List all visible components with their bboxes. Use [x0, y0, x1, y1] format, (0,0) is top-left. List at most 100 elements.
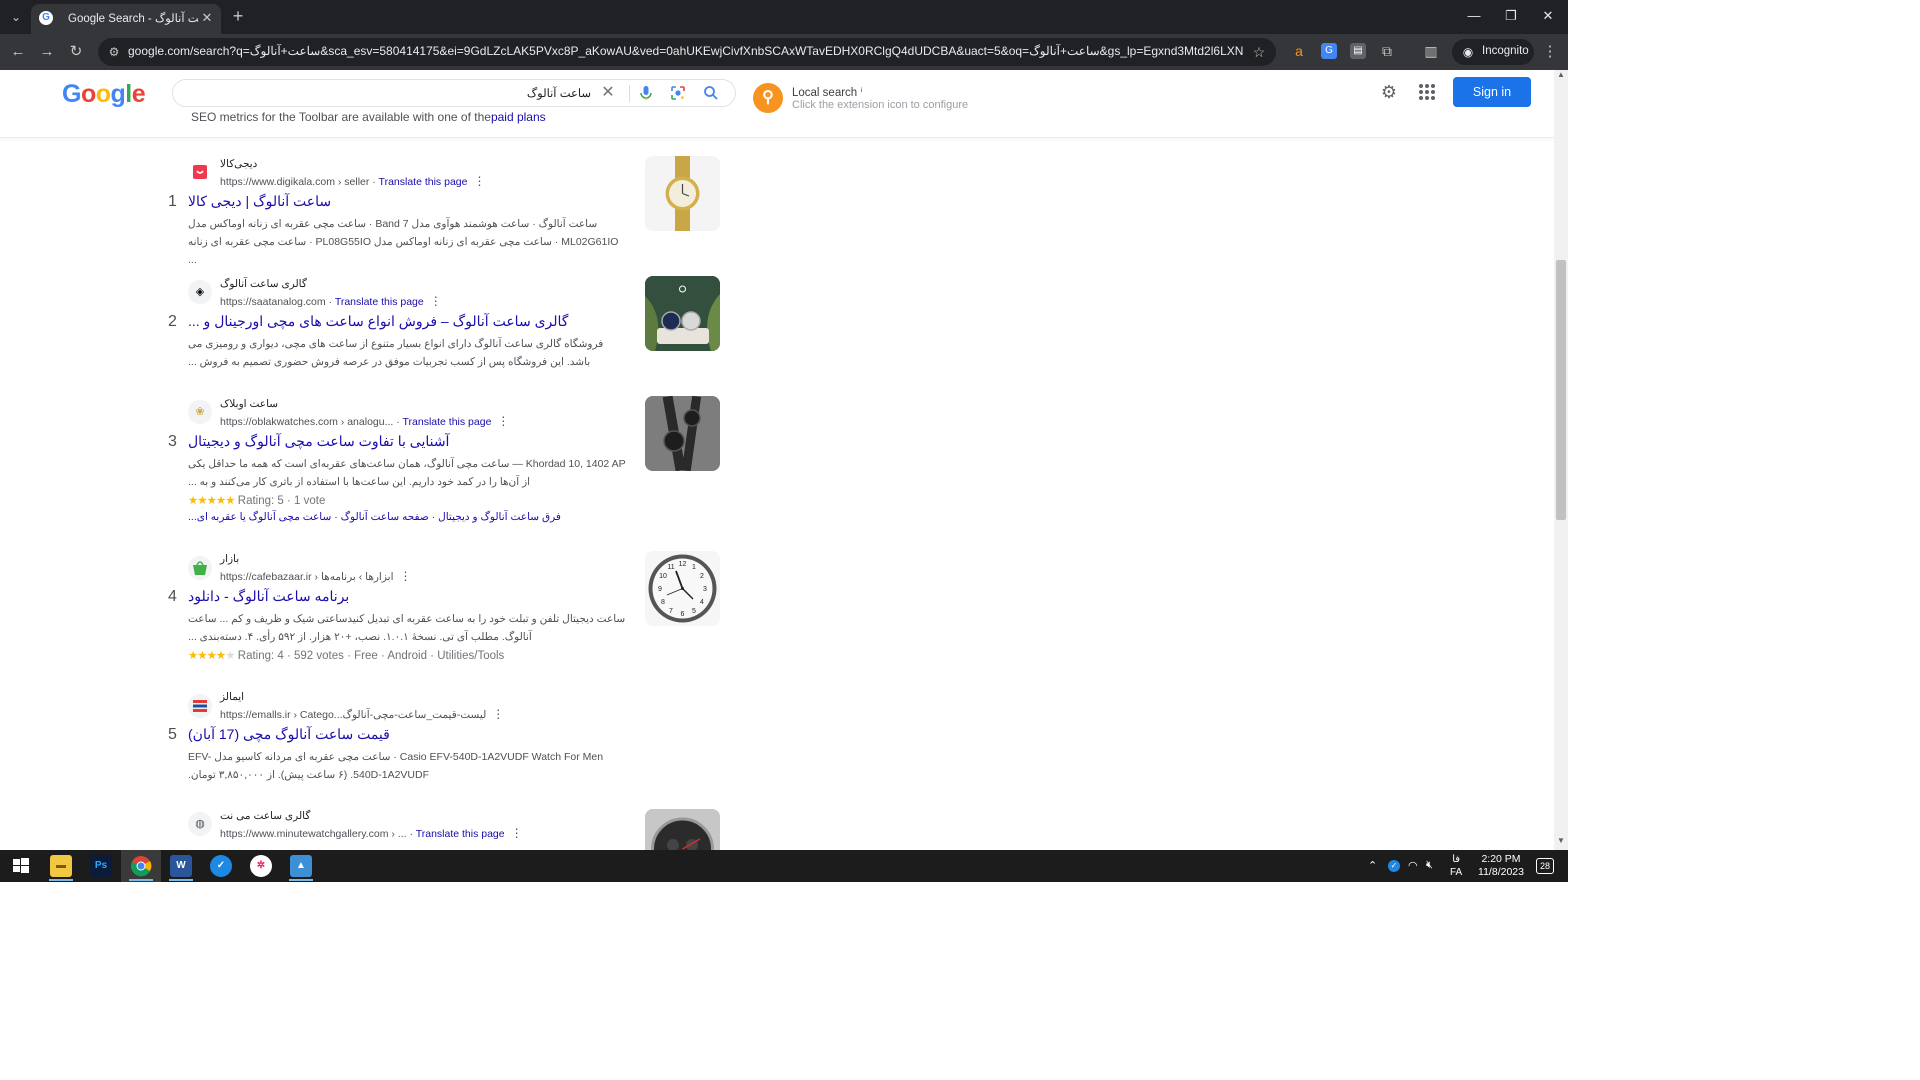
paid-plans-link[interactable]: paid plans [491, 110, 546, 124]
local-search-title: Local search ⁱ [792, 85, 862, 99]
result-sitelinks[interactable]: فرق ساعت آنالوگ و دیجیتال · صفحه ساعت آن… [188, 511, 561, 523]
svg-text:3: 3 [703, 586, 707, 593]
word-icon[interactable]: W [170, 855, 192, 877]
clear-search-icon[interactable]: ✕ [599, 84, 617, 102]
result-url-text[interactable]: https://saatanalog.com [220, 296, 326, 308]
result-title[interactable]: ساعت آنالوگ | دیجی کالا [188, 193, 628, 210]
black-watches-thumbnail[interactable] [645, 396, 720, 471]
search-submit-icon[interactable] [702, 84, 720, 102]
tab-google-search[interactable]: G Google Search - ساعت آنالوگ ✕ [31, 4, 221, 34]
scrollbar-thumb[interactable] [1556, 260, 1566, 520]
google-apps-icon[interactable] [1416, 81, 1438, 103]
volume-muted-icon[interactable]: 🔇︎ [1426, 859, 1433, 872]
app-check-icon[interactable]: ✓ [210, 855, 232, 877]
scroll-up-icon[interactable]: ▲ [1556, 70, 1566, 82]
extension-icon[interactable]: ▤ [1350, 43, 1366, 59]
address-bar[interactable]: ⚙ google.com/search?q=ساعت+آنالوگ&sca_es… [98, 38, 1276, 66]
result-rating: ★★★★★ Rating: 4 · 592 votes · Free · And… [188, 648, 504, 662]
result-url-text[interactable]: https://cafebazaar.ir › ابزارها › برنامه… [220, 571, 393, 583]
result-snippet: Khordad 10, 1402 AP — ساعت مچی آنالوگ، ه… [188, 458, 626, 488]
result-title[interactable]: قیمت ساعت آنالوگ مچی (17 آبان) [188, 726, 628, 743]
settings-gear-icon[interactable]: ⚙ [1378, 81, 1400, 103]
result-title[interactable]: آشنایی با تفاوت ساعت مچی آنالوگ و دیجیتا… [188, 433, 628, 450]
language-indicator[interactable]: فا FA [1450, 853, 1462, 879]
tab-strip: ⌄ G Google Search - ساعت آنالوگ ✕ + — ❐ … [0, 0, 1568, 34]
seo-notice: SEO metrics for the Toolbar are availabl… [191, 110, 546, 124]
more-options-icon[interactable]: ⋮ [486, 707, 504, 721]
url-text[interactable]: google.com/search?q=ساعت+آنالوگ&sca_esv=… [128, 44, 1243, 58]
chrome-icon[interactable] [130, 855, 152, 877]
sign-in-button[interactable]: Sign in [1453, 77, 1531, 107]
incognito-badge[interactable]: ◉ Incognito [1452, 39, 1534, 65]
rating-stars-icon: ★★★★★ [188, 495, 236, 507]
windows-taskbar: ▬ Ps W ✓ ✲ ▲ ⌃ ✓ ◠ 🔇︎ فا FA 2:20 PM 11/8… [0, 850, 1568, 882]
taskbar-clock[interactable]: 2:20 PM 11/8/2023 [1476, 853, 1526, 879]
result-title[interactable]: گالری ساعت آنالوگ – فروش انواع ساعت های … [188, 313, 628, 330]
result-title[interactable]: برنامه ساعت آنالوگ - دانلود [188, 588, 628, 605]
file-explorer-icon[interactable]: ▬ [50, 855, 72, 877]
microphone-icon[interactable] [637, 84, 655, 102]
local-search-icon[interactable]: ⚲ [753, 83, 783, 113]
search-box[interactable]: ساعت آنالوگ ✕ [172, 79, 736, 107]
close-tab-icon[interactable]: ✕ [199, 10, 215, 26]
google-logo-letter: G [62, 80, 81, 108]
amazon-extension-icon[interactable]: a [1291, 43, 1307, 59]
tray-app-icon[interactable]: ✓ [1388, 860, 1400, 872]
rating-text: Rating: 4 · 592 votes · Free · Android ·… [237, 650, 505, 662]
translate-extension-icon[interactable]: G [1321, 43, 1337, 59]
extensions-puzzle-icon[interactable]: ⧉ [1379, 43, 1395, 59]
google-lens-icon[interactable] [669, 84, 687, 102]
bookmark-star-icon[interactable]: ☆ [1250, 43, 1268, 61]
analog-clock-thumbnail[interactable]: 12 1 2 3 45 6 78 9 10 11 [645, 551, 720, 626]
more-options-icon[interactable]: ⋮ [424, 294, 442, 308]
result-url-text[interactable]: https://emalls.ir › Catego...لیست-قیمت_س… [220, 709, 486, 721]
browser-menu-icon[interactable]: ⋮ [1540, 42, 1560, 62]
back-icon[interactable]: ← [8, 42, 28, 62]
restore-icon[interactable]: ❐ [1499, 6, 1523, 26]
info-icon[interactable]: ⁱ [860, 87, 862, 99]
tab-search-icon[interactable]: ⌄ [6, 7, 26, 27]
result-site-name: گالری ساعت می نت [220, 810, 311, 822]
site-info-icon[interactable]: ⚙ [106, 44, 122, 60]
app-pinwheel-icon[interactable]: ✲ [250, 855, 272, 877]
chronograph-watch-thumbnail[interactable] [645, 809, 720, 850]
translate-link[interactable]: Translate this page [416, 828, 505, 840]
more-options-icon[interactable]: ⋮ [467, 174, 485, 188]
google-logo[interactable]: Google [62, 80, 146, 109]
more-options-icon[interactable]: ⋮ [505, 826, 523, 840]
minimize-icon[interactable]: — [1462, 6, 1486, 26]
svg-text:6: 6 [681, 611, 685, 618]
translate-link[interactable]: Translate this page [379, 176, 468, 188]
result-url-text[interactable]: https://www.minutewatchgallery.com › ... [220, 828, 407, 840]
search-divider [629, 85, 630, 102]
scroll-down-icon[interactable]: ▼ [1556, 836, 1566, 848]
side-panel-icon[interactable]: ▥ [1423, 43, 1439, 59]
result-snippet: ساعت دیجیتال تلفن و تبلت خود را به ساعت … [188, 613, 626, 643]
result-site-name: ساعت اوبلاک [220, 398, 279, 410]
reload-icon[interactable]: ↻ [66, 42, 86, 62]
translate-link[interactable]: Translate this page [403, 416, 492, 428]
more-options-icon[interactable]: ⋮ [491, 414, 509, 428]
tray-overflow-icon[interactable]: ⌃ [1368, 859, 1377, 872]
language-code: FA [1450, 867, 1463, 878]
search-input[interactable]: ساعت آنالوگ [527, 86, 591, 100]
google-logo-letter: g [110, 80, 126, 108]
result-rating: ★★★★★ Rating: 5 · 1 vote [188, 493, 325, 507]
photos-app-icon[interactable]: ▲ [290, 855, 312, 877]
close-window-icon[interactable]: ✕ [1536, 6, 1560, 26]
chrome-running-indicator [129, 879, 153, 881]
wifi-icon[interactable]: ◠ [1408, 859, 1418, 872]
result-url-text[interactable]: https://oblakwatches.com › analogu... [220, 416, 393, 428]
windows-start-icon[interactable] [10, 855, 32, 877]
photoshop-icon[interactable]: Ps [90, 855, 112, 877]
rating-text: Rating: 5 · 1 vote [237, 495, 326, 507]
more-options-icon[interactable]: ⋮ [393, 569, 411, 583]
notification-center-icon[interactable]: 28 [1536, 858, 1554, 874]
gold-watch-thumbnail[interactable] [645, 156, 720, 231]
result-url-text[interactable]: https://www.digikala.com › seller [220, 176, 369, 188]
translate-link[interactable]: Translate this page [335, 296, 424, 308]
local-search-subtitle: Click the extension icon to configure [792, 99, 969, 111]
watch-display-thumbnail[interactable] [645, 276, 720, 351]
new-tab-icon[interactable]: + [229, 6, 247, 26]
forward-icon[interactable]: → [37, 42, 57, 62]
